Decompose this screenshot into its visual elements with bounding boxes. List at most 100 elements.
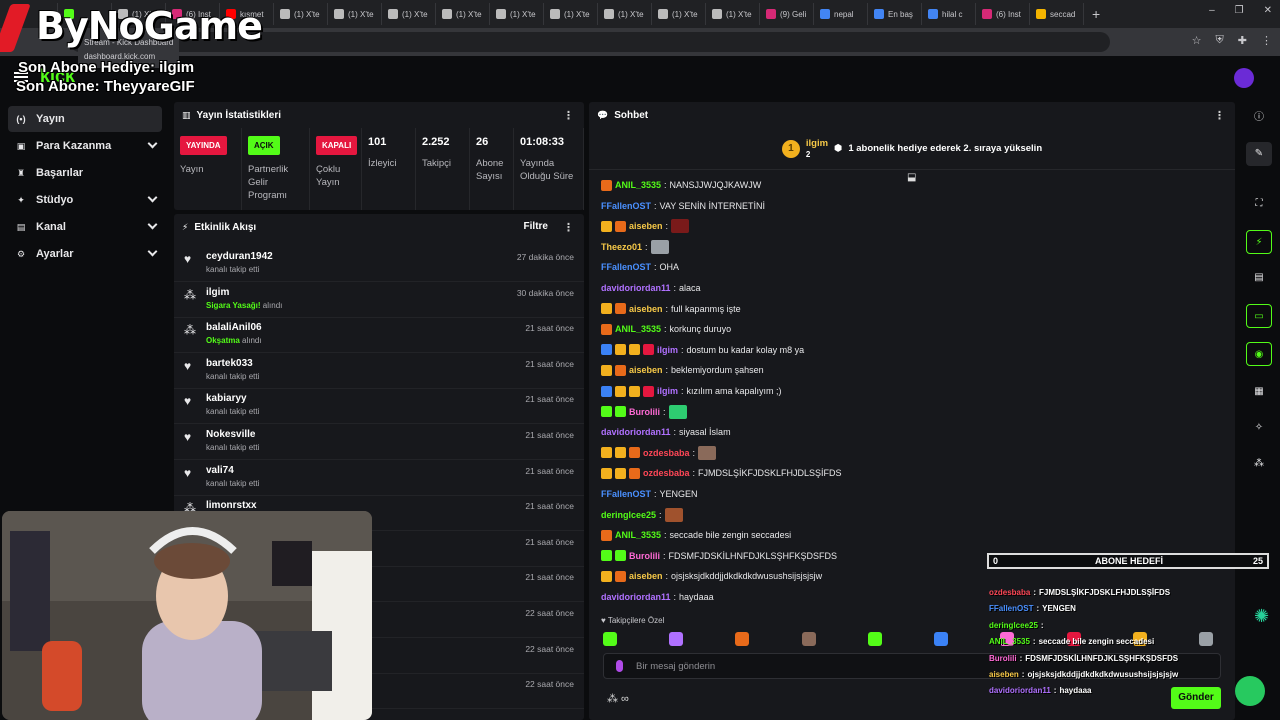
browser-tab[interactable]: hilal c bbox=[922, 3, 976, 25]
sidebar-item-channel[interactable]: ▤ Kanal bbox=[8, 214, 162, 240]
avatar[interactable] bbox=[1234, 68, 1254, 88]
browser-tab[interactable]: (1) X'te bbox=[652, 3, 706, 25]
activity-item[interactable]: ♥ kabiaryy kanalı takip etti 21 saat önce bbox=[174, 388, 584, 425]
extension-icon[interactable]: ✚ bbox=[1238, 34, 1247, 47]
sidebar-item-settings[interactable]: ⚙ Ayarlar bbox=[8, 241, 162, 267]
minimize-icon[interactable]: – bbox=[1209, 5, 1215, 16]
activity-username[interactable]: bartek033 bbox=[206, 358, 253, 369]
close-icon[interactable]: ✕ bbox=[1264, 5, 1272, 16]
clipboard-icon[interactable]: ▤ bbox=[1246, 266, 1272, 290]
emote-icon[interactable] bbox=[669, 632, 684, 646]
help-button[interactable] bbox=[1235, 676, 1265, 706]
chat-username[interactable]: ozdesbaba bbox=[643, 468, 690, 478]
browser-tab[interactable]: (1) X'te bbox=[382, 3, 436, 25]
chat-icon[interactable]: ▭ bbox=[1246, 304, 1272, 328]
browser-tab[interactable]: (1) X'te bbox=[598, 3, 652, 25]
chat-username[interactable]: davidoriordan11 bbox=[601, 592, 671, 602]
activity-item[interactable]: ♥ ceyduran1942 kanalı takip etti 27 dakika … bbox=[174, 246, 584, 282]
activity-item[interactable]: ⁂ balaliAnil06 Okşatma alındı 21 saat önce bbox=[174, 317, 584, 354]
chat-username[interactable]: aiseben bbox=[629, 304, 663, 314]
new-tab-icon[interactable]: + bbox=[1092, 6, 1100, 22]
overlay-username: FFallenOST bbox=[989, 604, 1034, 614]
activity-item[interactable]: ♥ bartek033 kanalı takip etti 21 saat önce bbox=[174, 353, 584, 389]
browser-tab[interactable]: seccad bbox=[1030, 3, 1084, 25]
emote-icon bbox=[671, 219, 690, 234]
chevron-down-icon[interactable] bbox=[147, 246, 158, 257]
browser-tab[interactable]: (1) X'te bbox=[274, 3, 328, 25]
chat-username[interactable]: FFallenOST bbox=[601, 262, 651, 272]
browser-tab[interactable]: (6) Inst bbox=[976, 3, 1030, 25]
chat-username[interactable]: ANIL_3535 bbox=[615, 180, 661, 190]
more-options-icon[interactable]: ⋮ bbox=[563, 221, 574, 234]
activity-username[interactable]: ilgim bbox=[206, 287, 229, 298]
more-options-icon[interactable]: ⋮ bbox=[1214, 109, 1225, 122]
browser-tab[interactable]: (1) X'te bbox=[436, 3, 490, 25]
chevron-down-icon[interactable] bbox=[147, 219, 158, 230]
emote-icon[interactable] bbox=[867, 632, 882, 646]
activity-username[interactable]: vali74 bbox=[206, 465, 234, 476]
sidebar-item-trophy[interactable]: ♜ Başarılar bbox=[8, 160, 162, 186]
chevron-down-icon[interactable] bbox=[147, 192, 158, 203]
emote-icon[interactable] bbox=[603, 632, 617, 646]
browser-tab[interactable]: En baş bbox=[868, 3, 922, 25]
filter-button[interactable]: Filtre bbox=[524, 221, 548, 232]
sidebar-item-broadcast[interactable]: (•) Yayın bbox=[8, 106, 162, 132]
edit-icon[interactable]: ✎ bbox=[1246, 142, 1272, 166]
chat-username[interactable]: aiseben bbox=[629, 365, 663, 375]
emote-icon[interactable] bbox=[735, 632, 750, 646]
emote-picker-icon[interactable] bbox=[616, 660, 623, 672]
pin-icon[interactable]: ⬓ bbox=[907, 172, 916, 183]
activity-username[interactable]: ceyduran1942 bbox=[206, 251, 273, 262]
activity-username[interactable]: kabiaryy bbox=[206, 393, 247, 404]
chat-username[interactable]: aiseben bbox=[629, 221, 663, 231]
crop-icon[interactable]: ⛶ bbox=[1246, 192, 1272, 216]
emote-icon[interactable] bbox=[934, 632, 949, 646]
chat-username[interactable]: ANIL_3535 bbox=[615, 530, 661, 540]
chat-username[interactable]: aiseben bbox=[629, 571, 663, 581]
sidebar-item-studio[interactable]: ✦ Stüdyo bbox=[8, 187, 162, 213]
shield-icon[interactable]: ⛨ bbox=[1216, 34, 1224, 47]
browser-tab[interactable]: nepal bbox=[814, 3, 868, 25]
chat-username[interactable]: deringlcee25 bbox=[601, 510, 656, 520]
chat-username[interactable]: ozdesbaba bbox=[643, 448, 690, 458]
chat-username[interactable]: Burolili bbox=[629, 407, 660, 417]
tab-label: (9) Geli bbox=[780, 9, 807, 19]
gift-leaderboard-banner[interactable]: 1 ilgim 2 ⬢ 1 abonelik hediye ederek 2. … bbox=[589, 128, 1235, 170]
chevron-down-icon[interactable] bbox=[147, 138, 158, 149]
chat-username[interactable]: ilgim bbox=[657, 386, 678, 396]
layout-icon[interactable]: ▦ bbox=[1246, 380, 1272, 404]
emote-icon[interactable] bbox=[801, 632, 816, 646]
activity-item[interactable]: ♥ Nokesville kanalı takip etti 21 saat önce bbox=[174, 424, 584, 460]
sidebar-item-money[interactable]: ▣ Para Kazanma bbox=[8, 133, 162, 159]
apps-icon[interactable]: ⁂ bbox=[1246, 452, 1272, 476]
bookmark-star-icon[interactable]: ☆ bbox=[1192, 34, 1202, 47]
activity-item[interactable]: ♥ vali74 kanalı takip etti 21 saat önce bbox=[174, 460, 584, 496]
chat-username[interactable]: Theezo01 bbox=[601, 242, 642, 252]
activity-username[interactable]: balaliAnil06 bbox=[206, 322, 262, 333]
browser-tab[interactable]: (1) X'te bbox=[706, 3, 760, 25]
more-options-icon[interactable]: ⋮ bbox=[563, 109, 574, 122]
user-badge-icon bbox=[601, 447, 612, 459]
broadcast-icon[interactable]: ◉ bbox=[1246, 342, 1272, 366]
maximize-icon[interactable]: ❐ bbox=[1235, 5, 1244, 16]
info-icon[interactable]: ⓘ bbox=[1246, 106, 1272, 130]
activity-item[interactable]: ⁂ ilgim Sigara Yasağı! alındı 30 dakika önc… bbox=[174, 282, 584, 318]
chat-tools-icon[interactable]: ⁂ ∞ bbox=[607, 692, 629, 705]
bolt-icon[interactable]: ⚡ bbox=[1246, 230, 1272, 254]
chat-username[interactable]: davidoriordan11 bbox=[601, 283, 671, 293]
menu-icon[interactable]: ⋮ bbox=[1261, 34, 1272, 47]
chat-username[interactable]: Burolili bbox=[629, 551, 660, 561]
activity-username[interactable]: Nokesville bbox=[206, 429, 255, 440]
chat-username[interactable]: ANIL_3535 bbox=[615, 324, 661, 334]
browser-tab[interactable]: (1) X'te bbox=[328, 3, 382, 25]
browser-tab[interactable]: (1) X'te bbox=[490, 3, 544, 25]
chat-username[interactable]: davidoriordan11 bbox=[601, 427, 671, 437]
chat-username[interactable]: ilgim bbox=[657, 345, 678, 355]
assistant-icon[interactable]: ✺ bbox=[1254, 606, 1269, 627]
browser-tab[interactable]: (9) Geli bbox=[760, 3, 814, 25]
wrench-icon[interactable]: ✧ bbox=[1246, 416, 1272, 440]
activity-username[interactable]: limonrstxx bbox=[206, 500, 257, 511]
chat-username[interactable]: FFallenOST bbox=[601, 489, 651, 499]
chat-username[interactable]: FFallenOST bbox=[601, 201, 651, 211]
browser-tab[interactable]: (1) X'te bbox=[544, 3, 598, 25]
